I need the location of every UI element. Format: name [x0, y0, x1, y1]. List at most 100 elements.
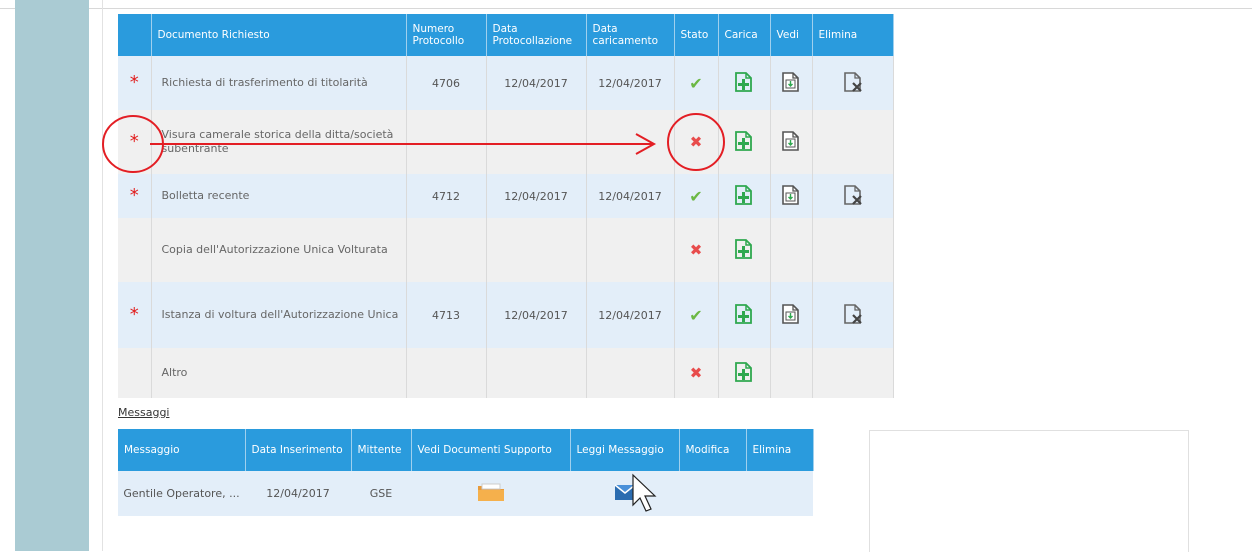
header-carica: Carica	[718, 14, 771, 56]
left-sidebar	[15, 0, 89, 551]
asterisk-required-icon: *	[129, 72, 139, 93]
upload-document-icon[interactable]	[733, 238, 755, 260]
delete-document-icon[interactable]	[842, 184, 864, 206]
upload-date	[586, 218, 675, 282]
protocol-number	[406, 110, 487, 174]
upload-document-icon[interactable]	[733, 361, 755, 383]
protocol-date	[486, 218, 587, 282]
upload-cell	[718, 56, 771, 110]
delete-cell	[812, 174, 894, 218]
delete-cell	[812, 348, 894, 398]
documents-header-row: Documento Richiesto Numero Protocollo Da…	[118, 14, 894, 56]
message-text[interactable]: Gentile Operatore, ...	[118, 471, 245, 516]
view-document-icon[interactable]	[780, 130, 802, 152]
required-cell: *	[118, 56, 152, 110]
check-icon: ✔	[689, 305, 703, 325]
status-cell: ✔	[674, 174, 719, 218]
protocol-date: 12/04/2017	[486, 282, 587, 348]
delete-cell	[812, 218, 894, 282]
status-cell: ✖	[674, 348, 719, 398]
messaggi-link[interactable]: Messaggi	[118, 406, 169, 419]
view-cell	[770, 282, 813, 348]
edit-message-cell	[679, 471, 746, 516]
delete-document-icon[interactable]	[842, 303, 864, 325]
protocol-number: 4712	[406, 174, 487, 218]
document-name: Visura camerale storica della ditta/soci…	[151, 110, 407, 174]
upload-document-icon[interactable]	[733, 303, 755, 325]
support-docs-cell	[411, 471, 570, 516]
upload-date	[586, 348, 675, 398]
content-divider	[102, 0, 103, 551]
header-data-inserimento: Data Inserimento	[245, 429, 352, 471]
upload-date: 12/04/2017	[586, 174, 675, 218]
view-document-icon[interactable]	[780, 303, 802, 325]
view-document-icon[interactable]	[780, 184, 802, 206]
documents-table: Documento Richiesto Numero Protocollo Da…	[118, 14, 894, 398]
delete-message-cell	[746, 471, 813, 516]
header-vedi-documenti: Vedi Documenti Supporto	[411, 429, 571, 471]
document-name: Richiesta di trasferimento di titolarità	[151, 56, 407, 110]
asterisk-required-icon: *	[129, 131, 139, 152]
view-cell	[770, 110, 813, 174]
status-cell: ✔	[674, 282, 719, 348]
header-elimina: Elimina	[812, 14, 894, 56]
document-row: * Bolletta recente 4712 12/04/2017 12/04/201…	[118, 174, 894, 218]
read-message-cell	[570, 471, 679, 516]
status-cell: ✔	[674, 56, 719, 110]
required-cell	[118, 218, 152, 282]
header-stato: Stato	[674, 14, 719, 56]
upload-document-icon[interactable]	[733, 71, 755, 93]
upload-date	[586, 110, 675, 174]
header-elimina-messaggio: Elimina	[746, 429, 814, 471]
required-cell: *	[118, 174, 152, 218]
header-modifica: Modifica	[679, 429, 747, 471]
upload-cell	[718, 110, 771, 174]
header-numero-protocollo: Numero Protocollo	[406, 14, 487, 56]
upload-document-icon[interactable]	[733, 184, 755, 206]
upload-cell	[718, 174, 771, 218]
document-name: Bolletta recente	[151, 174, 407, 218]
document-row: * Istanza di voltura dell'Autorizzazione …	[118, 282, 894, 348]
top-border	[0, 0, 1252, 9]
document-row: * Richiesta di trasferimento di titolarit…	[118, 56, 894, 110]
header-data-protocollazione: Data Protocollazione	[486, 14, 587, 56]
header-vedi: Vedi	[770, 14, 813, 56]
check-icon: ✔	[689, 186, 703, 206]
header-mittente: Mittente	[351, 429, 412, 471]
upload-document-icon[interactable]	[733, 130, 755, 152]
header-data-caricamento: Data caricamento	[586, 14, 675, 56]
asterisk-required-icon: *	[129, 185, 139, 206]
upload-date: 12/04/2017	[586, 56, 675, 110]
message-date: 12/04/2017	[245, 471, 351, 516]
required-cell: *	[118, 282, 152, 348]
view-cell	[770, 56, 813, 110]
document-name: Altro	[151, 348, 407, 398]
delete-cell	[812, 110, 894, 174]
envelope-icon[interactable]	[614, 481, 636, 503]
protocol-number: 4706	[406, 56, 487, 110]
required-column-header	[118, 14, 152, 56]
protocol-date	[486, 110, 587, 174]
delete-cell	[812, 282, 894, 348]
delete-document-icon[interactable]	[842, 71, 864, 93]
required-cell	[118, 348, 152, 398]
upload-date: 12/04/2017	[586, 282, 675, 348]
protocol-date: 12/04/2017	[486, 56, 587, 110]
view-cell	[770, 218, 813, 282]
asterisk-required-icon: *	[129, 304, 139, 325]
status-cell: ✖	[674, 218, 719, 282]
cross-icon: ✖	[689, 133, 703, 151]
delete-cell	[812, 56, 894, 110]
messages-header-row: Messaggio Data Inserimento Mittente Vedi…	[118, 429, 814, 471]
protocol-date	[486, 348, 587, 398]
protocol-date: 12/04/2017	[486, 174, 587, 218]
header-documento: Documento Richiesto	[151, 14, 407, 56]
header-leggi-messaggio: Leggi Messaggio	[570, 429, 680, 471]
messages-table: Messaggio Data Inserimento Mittente Vedi…	[118, 429, 814, 516]
status-cell: ✖	[674, 110, 719, 174]
folder-icon[interactable]	[476, 481, 506, 503]
cross-icon: ✖	[689, 241, 703, 259]
check-icon: ✔	[689, 73, 703, 93]
view-document-icon[interactable]	[780, 71, 802, 93]
protocol-number: 4713	[406, 282, 487, 348]
